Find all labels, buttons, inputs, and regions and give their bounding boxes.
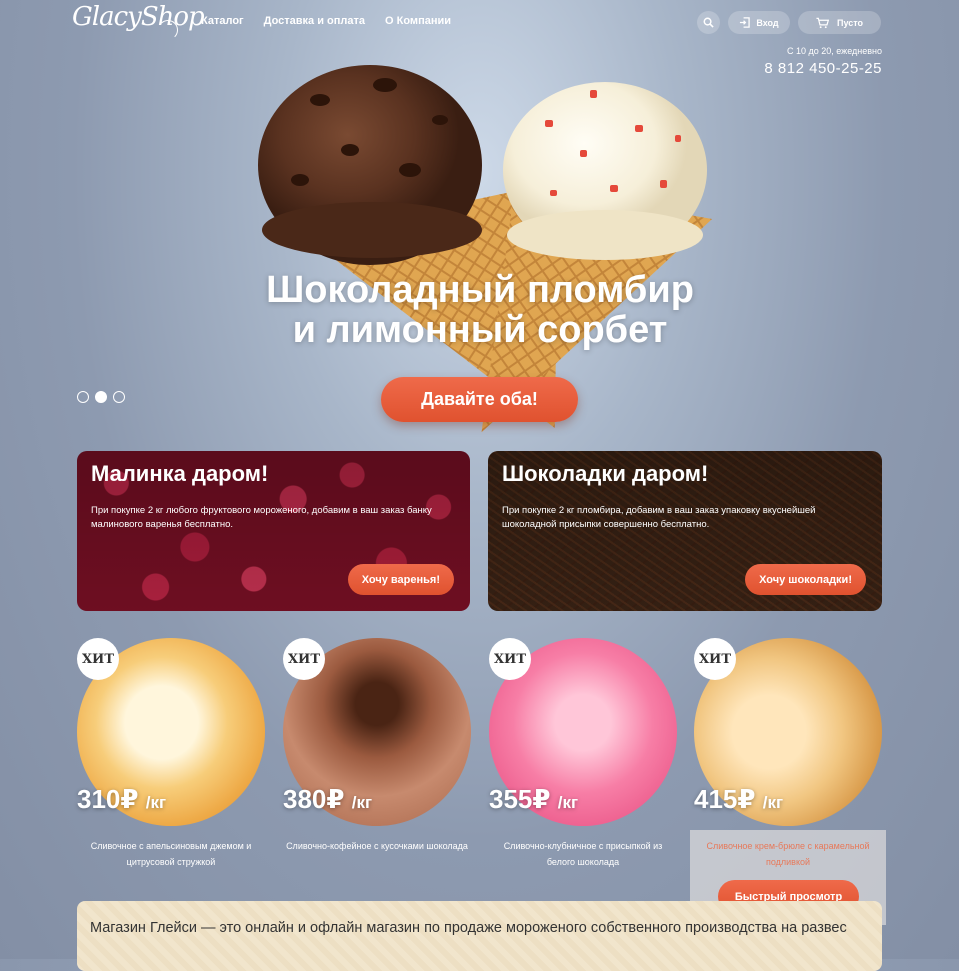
promo-card-raspberry: Малинка даром! При покупке 2 кг любого ф… [77, 451, 470, 611]
price-unit: /кг [351, 793, 373, 812]
product-description[interactable]: Сливочно-кофейное с кусочками шоколада [283, 838, 471, 854]
login-button[interactable]: Вход [728, 11, 790, 34]
logo-swirl-icon [158, 20, 178, 40]
hit-badge: ХИТ [694, 638, 736, 680]
product-description[interactable]: Сливочное с апельсиновым джемом и цитрус… [77, 838, 265, 870]
search-icon [703, 17, 714, 28]
cart-label: Пусто [836, 17, 864, 28]
working-hours: С 10 до 20, ежедневно [787, 46, 882, 56]
promo-text: При покупке 2 кг пломбира, добавим в ваш… [502, 505, 816, 530]
price-unit: /кг [762, 793, 784, 812]
promo-jam-button[interactable]: Хочу варенья! [347, 564, 454, 595]
promo-card-chocolate: Шоколадки даром! При покупке 2 кг пломби… [488, 451, 882, 611]
slider-dot-3[interactable] [113, 391, 125, 403]
hit-badge: ХИТ [77, 638, 119, 680]
hit-badge: ХИТ [489, 638, 531, 680]
about-text: Магазин Глейси — это онлайн и офлайн маг… [90, 920, 847, 936]
promo-chocolate-button[interactable]: Хочу шоколадки! [745, 564, 866, 595]
promo-title: Шоколадки даром! [502, 461, 709, 486]
site-logo[interactable]: GlacyShop [72, 2, 205, 40]
product-price: 380₽ /кг [283, 784, 372, 815]
cart-icon [816, 17, 829, 28]
price-value: 380₽ [283, 784, 345, 814]
main-nav: Каталог Доставка и оплата О Компании [201, 15, 451, 27]
hit-badge: ХИТ [283, 638, 325, 680]
hero-title: Шоколадный пломбир и лимонный сорбет [180, 270, 780, 350]
nav-delivery-link[interactable]: Доставка и оплата [264, 15, 365, 27]
price-unit: /кг [145, 793, 167, 812]
product-price: 310₽ /кг [77, 784, 166, 815]
product-description[interactable]: Сливочное крем-брюле с карамельной подли… [694, 838, 882, 870]
promo-text: При покупке 2 кг любого фруктового морож… [91, 505, 432, 530]
login-icon [740, 17, 751, 28]
product-price: 415₽ /кг [694, 784, 783, 815]
login-label: Вход [756, 17, 779, 28]
slider-dots [77, 391, 125, 403]
cart-button[interactable]: Пусто [798, 11, 881, 34]
logo-text: GlacyShop [72, 2, 205, 32]
price-value: 355₽ [489, 784, 551, 814]
search-button[interactable] [697, 11, 720, 34]
hero-title-line-2: и лимонный сорбет [292, 309, 668, 351]
about-section: Магазин Глейси — это онлайн и офлайн маг… [77, 901, 882, 971]
nav-about-link[interactable]: О Компании [385, 15, 451, 27]
slider-dot-2[interactable] [95, 391, 107, 403]
price-value: 310₽ [77, 784, 139, 814]
phone-number[interactable]: 8 812 450-25-25 [764, 60, 882, 77]
product-description[interactable]: Сливочно-клубничное с присыпкой из белог… [489, 838, 677, 870]
price-unit: /кг [557, 793, 579, 812]
hero-cta-button[interactable]: Давайте оба! [381, 377, 578, 422]
hero-title-line-1: Шоколадный пломбир [266, 269, 694, 311]
product-price: 355₽ /кг [489, 784, 578, 815]
nav-catalog-link[interactable]: Каталог [201, 15, 244, 27]
promo-title: Малинка даром! [91, 461, 269, 486]
price-value: 415₽ [694, 784, 756, 814]
slider-dot-1[interactable] [77, 391, 89, 403]
